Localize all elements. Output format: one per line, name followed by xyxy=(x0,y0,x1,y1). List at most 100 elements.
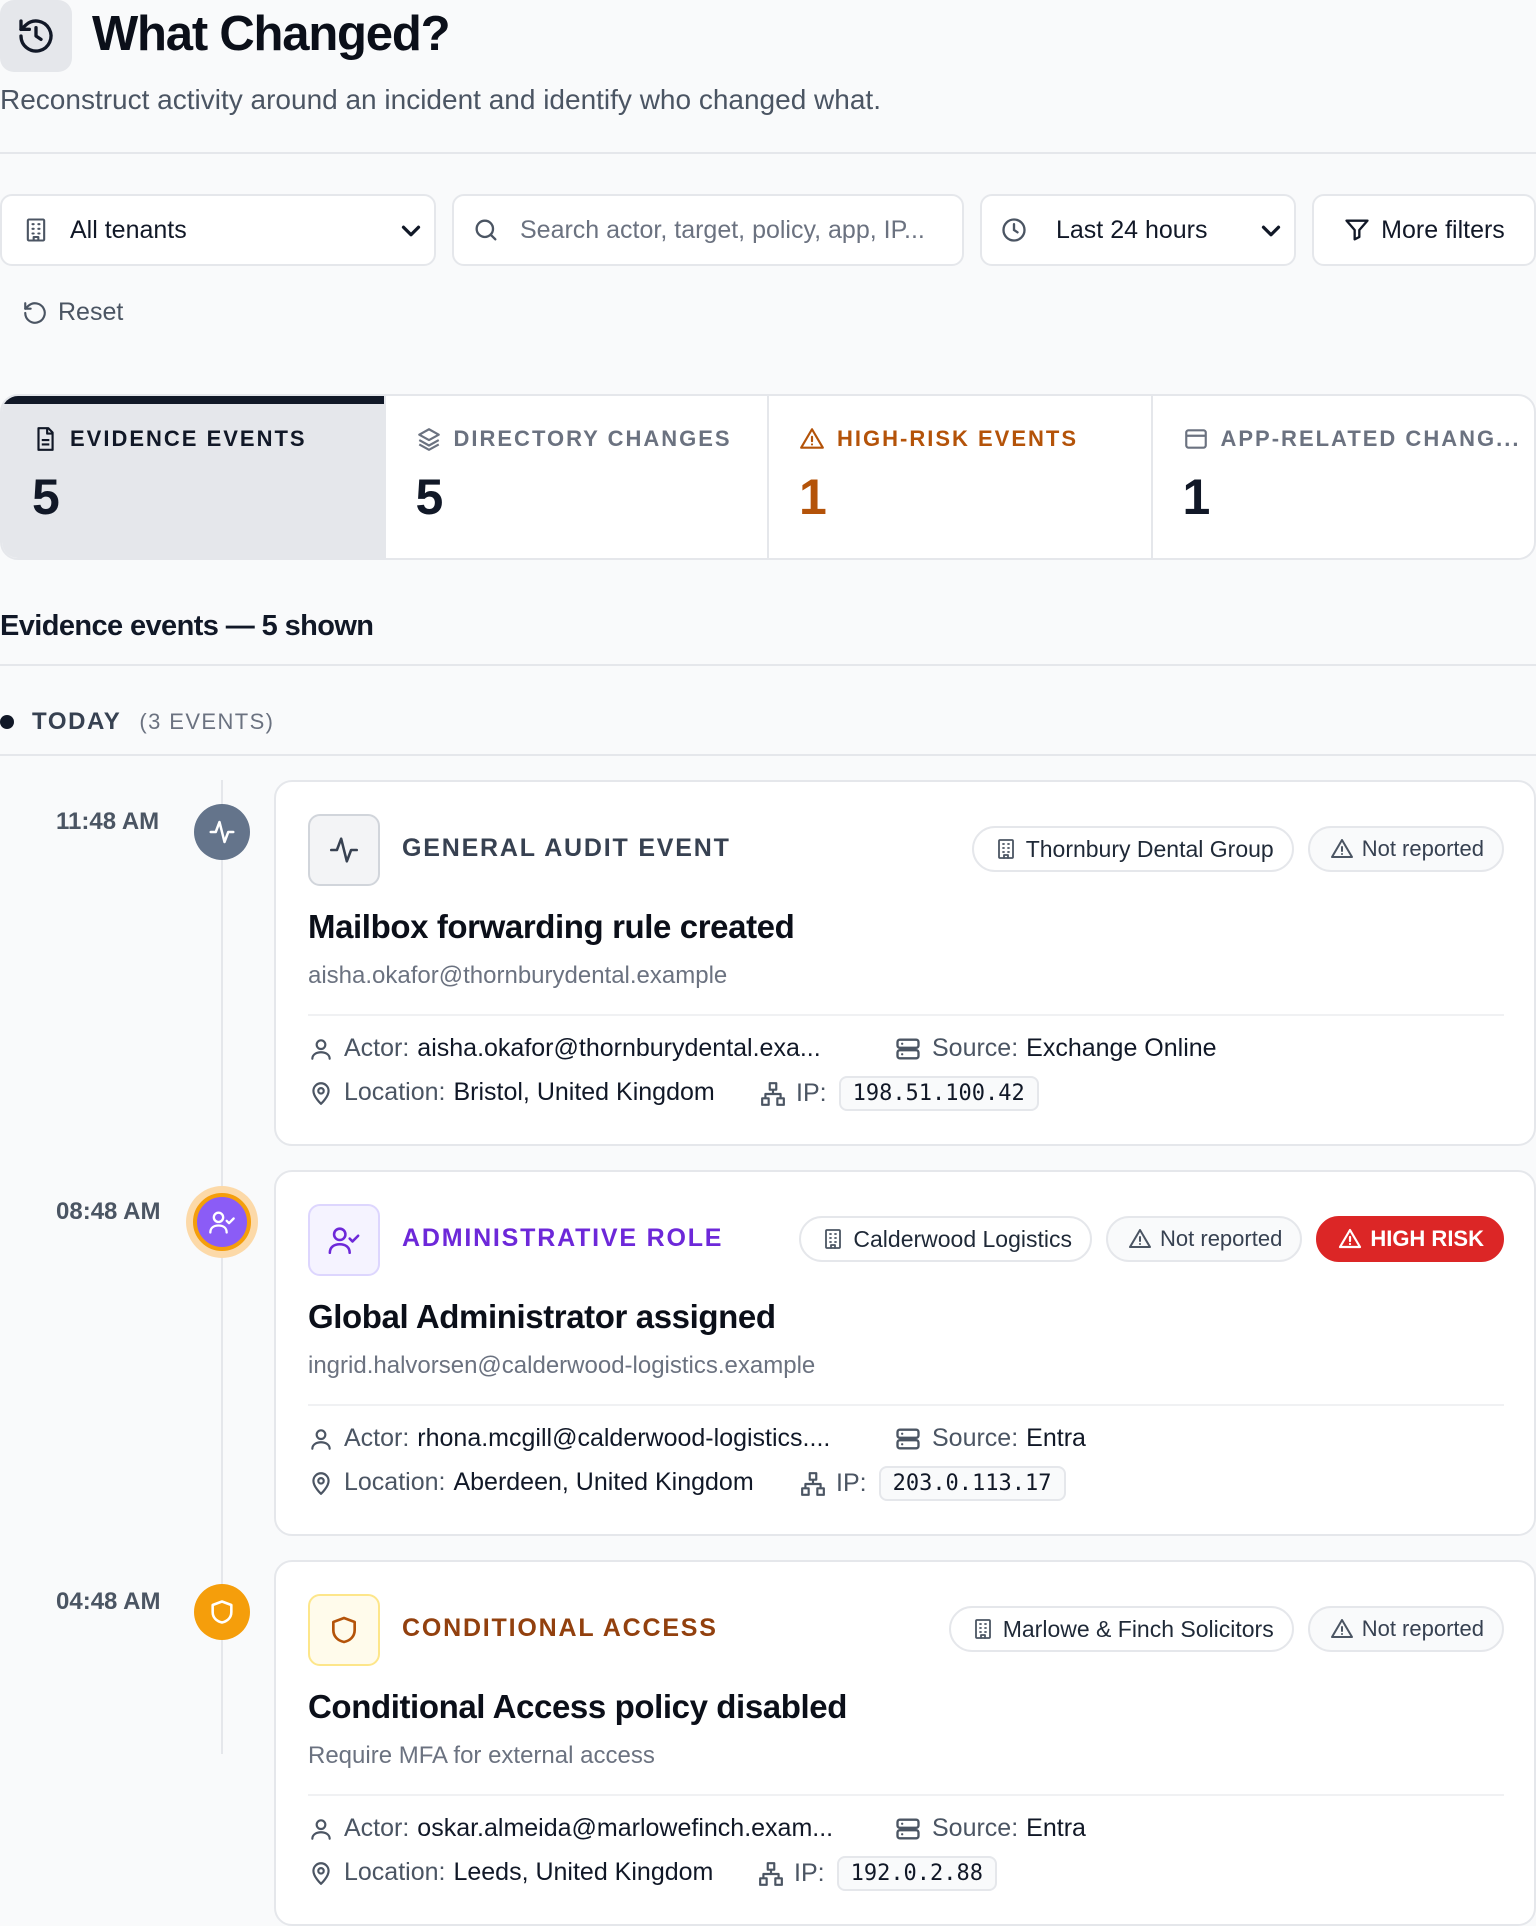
server-icon xyxy=(894,1815,922,1843)
report-status-badge: Not reported xyxy=(1106,1216,1303,1262)
event-time: 04:48 AM xyxy=(56,1588,161,1615)
rotate-ccw-icon xyxy=(22,300,48,326)
stat-high-risk-events[interactable]: HIGH-RISK EVENTS 1 xyxy=(769,396,1153,558)
location-value: Bristol, United Kingdom xyxy=(453,1078,715,1106)
activity-icon xyxy=(308,814,380,886)
document-icon xyxy=(32,426,58,452)
source-label: Source: xyxy=(932,1424,1019,1452)
event-time: 11:48 AM xyxy=(56,808,160,835)
warning-icon xyxy=(799,426,825,452)
actor-value: rhona.mcgill@calderwood-logistics.... xyxy=(417,1424,831,1452)
ip-value: 203.0.113.17 xyxy=(878,1466,1066,1501)
stat-evidence-events[interactable]: EVIDENCE EVENTS 5 xyxy=(2,396,386,558)
actor-label: Actor: xyxy=(344,1034,410,1062)
ip-value: 192.0.2.88 xyxy=(836,1856,998,1891)
warning-icon xyxy=(1338,1227,1362,1251)
tenant-select-value: All tenants xyxy=(70,215,187,244)
high-risk-badge: HIGH RISK xyxy=(1316,1216,1504,1262)
event-card[interactable]: ADMINISTRATIVE ROLE Calderwood Logistics… xyxy=(274,1170,1536,1536)
layers-icon xyxy=(416,426,442,452)
stat-directory-changes[interactable]: DIRECTORY CHANGES 5 xyxy=(386,396,769,558)
building-icon xyxy=(821,1227,845,1251)
server-icon xyxy=(894,1035,922,1063)
report-status: Not reported xyxy=(1361,1616,1484,1641)
timeline-node-highlight xyxy=(186,1186,258,1258)
actor-value: oskar.almeida@marlowefinch.exam... xyxy=(417,1814,834,1842)
network-icon xyxy=(800,1471,826,1497)
stat-app-related-changes[interactable]: APP-RELATED CHANG... 1 xyxy=(1153,396,1535,558)
shield-icon xyxy=(194,1584,250,1640)
search-icon xyxy=(472,216,500,244)
filter-icon xyxy=(1343,216,1371,244)
time-range-select[interactable]: Last 24 hours xyxy=(980,194,1296,266)
time-range-value: Last 24 hours xyxy=(1056,215,1208,244)
stat-label: HIGH-RISK EVENTS xyxy=(837,426,1079,451)
event-type: CONDITIONAL ACCESS xyxy=(402,1614,718,1642)
source-label: Source: xyxy=(932,1034,1019,1062)
event-card[interactable]: GENERAL AUDIT EVENT Thornbury Dental Gro… xyxy=(274,780,1536,1146)
tenant-badge: Marlowe & Finch Solicitors xyxy=(948,1606,1294,1652)
report-status: Not reported xyxy=(1361,836,1484,861)
reset-button[interactable]: Reset xyxy=(22,298,123,327)
building-icon xyxy=(994,837,1018,861)
user-icon xyxy=(308,1036,334,1062)
stat-value: 5 xyxy=(415,469,444,525)
map-pin-icon xyxy=(308,1080,334,1106)
event-source: Source: Entra xyxy=(894,1814,1086,1843)
event-target: ingrid.halvorsen@calderwood-logistics.ex… xyxy=(308,1352,816,1379)
section-divider xyxy=(0,664,1536,666)
more-filters-button[interactable]: More filters xyxy=(1312,194,1536,266)
group-divider xyxy=(0,754,1536,756)
map-pin-icon xyxy=(308,1860,334,1886)
stat-label: APP-RELATED CHANG... xyxy=(1220,426,1521,451)
event-ip: IP: 198.51.100.42 xyxy=(760,1076,1039,1111)
card-divider xyxy=(308,1014,1504,1016)
group-count: (3 EVENTS) xyxy=(139,709,275,734)
user-check-icon xyxy=(308,1204,380,1276)
location-label: Location: xyxy=(344,1858,446,1886)
server-icon xyxy=(894,1425,922,1453)
history-icon xyxy=(0,0,72,72)
location-label: Location: xyxy=(344,1468,446,1496)
risk-label: HIGH RISK xyxy=(1370,1226,1484,1251)
group-header-today: TODAY (3 EVENTS) xyxy=(0,708,274,736)
chevron-down-icon xyxy=(396,216,426,246)
location-value: Leeds, United Kingdom xyxy=(453,1858,714,1886)
report-status-badge: Not reported xyxy=(1307,826,1504,872)
event-title: Mailbox forwarding rule created xyxy=(308,908,795,945)
stats-bar: EVIDENCE EVENTS 5 DIRECTORY CHANGES 5 HI… xyxy=(0,394,1536,560)
ip-label: IP: xyxy=(796,1079,827,1107)
user-check-icon xyxy=(193,1193,251,1251)
reset-label: Reset xyxy=(58,298,124,326)
event-ip: IP: 203.0.113.17 xyxy=(800,1466,1066,1501)
event-card[interactable]: CONDITIONAL ACCESS Marlowe & Finch Solic… xyxy=(274,1560,1536,1926)
map-pin-icon xyxy=(308,1470,334,1496)
event-location: Location: Aberdeen, United Kingdom xyxy=(308,1468,754,1497)
actor-value: aisha.okafor@thornburydental.exa... xyxy=(417,1034,821,1062)
tenant-select[interactable]: All tenants xyxy=(0,194,436,266)
chevron-down-icon xyxy=(1256,216,1286,246)
event-ip: IP: 192.0.2.88 xyxy=(758,1856,998,1891)
user-icon xyxy=(308,1816,334,1842)
events-heading: Evidence events — 5 shown xyxy=(0,610,374,642)
event-location: Location: Leeds, United Kingdom xyxy=(308,1858,713,1887)
group-label: TODAY xyxy=(32,708,122,735)
stat-value: 5 xyxy=(32,469,60,525)
search-input[interactable]: Search actor, target, policy, app, IP... xyxy=(452,194,964,266)
event-target: aisha.okafor@thornburydental.example xyxy=(308,962,728,989)
source-value: Exchange Online xyxy=(1026,1034,1217,1062)
warning-icon xyxy=(1330,837,1354,861)
stat-value: 1 xyxy=(799,469,827,525)
tenant-badge: Calderwood Logistics xyxy=(799,1216,1093,1262)
event-title: Conditional Access policy disabled xyxy=(308,1688,847,1725)
search-placeholder: Search actor, target, policy, app, IP... xyxy=(520,215,925,244)
group-dot xyxy=(0,715,14,729)
source-label: Source: xyxy=(932,1814,1019,1842)
source-value: Entra xyxy=(1026,1424,1086,1452)
actor-label: Actor: xyxy=(344,1814,410,1842)
stat-value: 1 xyxy=(1182,469,1211,525)
clock-icon xyxy=(1000,216,1028,244)
header-divider xyxy=(0,152,1536,154)
actor-label: Actor: xyxy=(344,1424,410,1452)
network-icon xyxy=(758,1861,784,1887)
